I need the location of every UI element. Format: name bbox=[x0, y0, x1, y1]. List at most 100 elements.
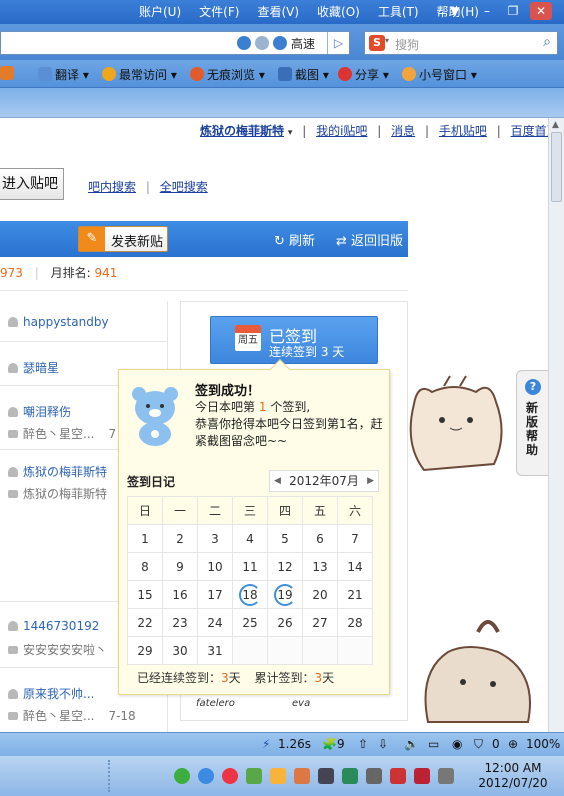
search-box[interactable]: S ▾ 搜狗 ⌕ bbox=[364, 31, 558, 55]
shirt-icon[interactable]: ▼ bbox=[444, 2, 466, 20]
signed-button[interactable]: 周五 已签到 连续签到 3 天 bbox=[210, 316, 378, 364]
dropdown-icon[interactable] bbox=[255, 36, 269, 50]
monitor-icon[interactable] bbox=[318, 768, 334, 784]
eye-icon[interactable]: ◉ bbox=[452, 737, 462, 751]
flag-icon[interactable] bbox=[390, 768, 406, 784]
menu-favorites[interactable]: 收藏(O) bbox=[308, 3, 369, 20]
new-post-button[interactable]: ✎ 发表新贴 bbox=[78, 226, 168, 252]
sogou-icon[interactable]: S bbox=[369, 35, 385, 51]
toolbar-small-window[interactable]: 小号窗口 ▾ bbox=[402, 66, 477, 83]
cat-illustration bbox=[409, 375, 503, 472]
toolbar-private[interactable]: 无痕浏览 ▾ bbox=[190, 66, 265, 83]
url-field[interactable]: 高速 ▷ bbox=[0, 31, 350, 55]
clock[interactable]: 12:00 AM 2012/07/20 bbox=[466, 761, 560, 791]
scroll-thumb[interactable] bbox=[551, 132, 562, 202]
search-all-link[interactable]: 全吧搜索 bbox=[160, 180, 208, 194]
taskbar-grip[interactable] bbox=[108, 760, 112, 792]
tray-app-icon[interactable] bbox=[342, 768, 358, 784]
calendar-day: 12 bbox=[267, 552, 303, 581]
diary-title: 签到日记 bbox=[127, 475, 176, 489]
search-icon[interactable]: ⌕ bbox=[543, 34, 551, 50]
menu-view[interactable]: 查看(V) bbox=[248, 3, 308, 20]
list-item[interactable]: 1446730192 bbox=[8, 619, 99, 633]
toolbar-partial-icon[interactable] bbox=[0, 66, 17, 81]
calendar-day: 21 bbox=[337, 580, 373, 609]
tray-app-icon[interactable] bbox=[414, 768, 430, 784]
calendar-day: 7 bbox=[337, 524, 373, 553]
pencil-icon: ✎ bbox=[79, 227, 105, 251]
tray-app-icon[interactable] bbox=[222, 768, 238, 784]
plugin-icon[interactable]: 🧩 bbox=[322, 737, 337, 751]
up-icon[interactable]: ⇧ bbox=[358, 737, 368, 751]
list-item[interactable]: 炼狱の梅菲斯特 bbox=[8, 463, 107, 480]
list-item[interactable]: happystandby bbox=[8, 315, 109, 329]
tray-app-icon[interactable] bbox=[294, 768, 310, 784]
window-icon[interactable]: ▭ bbox=[428, 737, 439, 751]
calendar-icon: 周五 bbox=[235, 325, 261, 351]
reply-icon bbox=[8, 430, 18, 438]
scroll-up-icon[interactable]: ▲ bbox=[552, 120, 559, 130]
volume-icon[interactable] bbox=[438, 768, 454, 784]
menu-file[interactable]: 文件(F) bbox=[190, 3, 248, 20]
baidu-home-link[interactable]: 百度首页 bbox=[511, 124, 548, 138]
tray-app-icon[interactable] bbox=[174, 768, 190, 784]
speaker-icon[interactable]: 🔈 bbox=[404, 737, 419, 751]
download-icon[interactable]: ⇩ bbox=[378, 737, 388, 751]
tab-strip bbox=[0, 88, 564, 118]
restore-icon[interactable]: ❐ bbox=[502, 2, 524, 20]
calendar-day: 23 bbox=[162, 608, 198, 637]
top-links: 炼狱の梅菲斯特 ▾ | 我的i贴吧 | 消息 | 手机贴吧 | 百度首页 bbox=[200, 122, 548, 139]
signed-subtitle: 连续签到 3 天 bbox=[269, 345, 345, 359]
popup-title: 签到成功！ bbox=[195, 384, 261, 399]
menu-tools[interactable]: 工具(T) bbox=[369, 3, 428, 20]
clock-time: 12:00 AM bbox=[484, 761, 542, 775]
messages-link[interactable]: 消息 bbox=[391, 124, 415, 138]
my-tieba-link[interactable]: 我的i贴吧 bbox=[316, 124, 367, 138]
help-icon: ? bbox=[525, 379, 541, 395]
month-rank-value: 941 bbox=[94, 266, 118, 280]
calendar-day: 9 bbox=[162, 552, 198, 581]
calendar-day: 4 bbox=[232, 524, 268, 553]
reply-icon bbox=[8, 490, 18, 498]
prev-month-icon[interactable]: ◀ bbox=[274, 471, 281, 491]
list-item[interactable]: 原来我不帅... bbox=[8, 685, 94, 702]
toolbar-share[interactable]: 分享 ▾ bbox=[338, 66, 389, 83]
toolbar-translate[interactable]: 翻译 ▾ bbox=[38, 66, 89, 83]
month-rank-label: 月排名: bbox=[50, 266, 91, 280]
tray-app-icon[interactable] bbox=[246, 768, 262, 784]
tray-app-icon[interactable] bbox=[198, 768, 214, 784]
go-icon[interactable]: ▷ bbox=[327, 32, 349, 54]
close-icon[interactable]: ✕ bbox=[530, 2, 552, 20]
speed-icon bbox=[273, 36, 287, 50]
vertical-scrollbar[interactable]: ▲ bbox=[548, 118, 564, 732]
toolbar-most-visited[interactable]: 最常访问 ▾ bbox=[102, 66, 177, 83]
list-item[interactable]: 嘲泪释伤 bbox=[8, 403, 71, 420]
star-icon bbox=[102, 67, 116, 81]
chevron-down-icon[interactable]: ▾ bbox=[385, 36, 389, 45]
search-in-bar-link[interactable]: 吧内搜索 bbox=[88, 180, 136, 194]
blocked-count: 0 bbox=[492, 737, 500, 751]
refresh-button[interactable]: ↻ 刷新 bbox=[274, 230, 315, 249]
enter-tieba-button[interactable]: 进入贴吧 bbox=[0, 168, 64, 200]
user-icon bbox=[8, 689, 18, 699]
shield-icon[interactable]: ⛉ bbox=[474, 737, 483, 752]
calendar-day: 26 bbox=[267, 608, 303, 637]
tray-app-icon[interactable] bbox=[270, 768, 286, 784]
zoom-level[interactable]: 100% bbox=[526, 737, 560, 751]
search-links: 吧内搜索 | 全吧搜索 bbox=[88, 180, 208, 194]
speed-mode-label[interactable]: 高速 bbox=[291, 35, 315, 52]
help-tab[interactable]: ? 新版帮助 bbox=[516, 370, 548, 476]
calendar-day: 30 bbox=[162, 636, 198, 665]
minimize-icon[interactable]: – bbox=[476, 2, 498, 20]
zoom-icon[interactable]: ⊕ bbox=[508, 737, 518, 751]
mobile-tieba-link[interactable]: 手机贴吧 bbox=[439, 124, 487, 138]
list-item[interactable]: 瑟暗星 bbox=[8, 359, 59, 376]
old-version-button[interactable]: ⇄ 返回旧版 bbox=[336, 230, 403, 249]
signal-icon[interactable] bbox=[366, 768, 382, 784]
toolbar-screenshot[interactable]: 截图 ▾ bbox=[278, 66, 329, 83]
chevron-down-icon[interactable]: ▾ bbox=[288, 128, 293, 138]
menu-account[interactable]: 账户(U) bbox=[130, 3, 190, 20]
shield-icon bbox=[237, 36, 251, 50]
next-month-icon[interactable]: ▶ bbox=[367, 471, 374, 491]
username-link[interactable]: 炼狱の梅菲斯特 bbox=[200, 124, 284, 138]
